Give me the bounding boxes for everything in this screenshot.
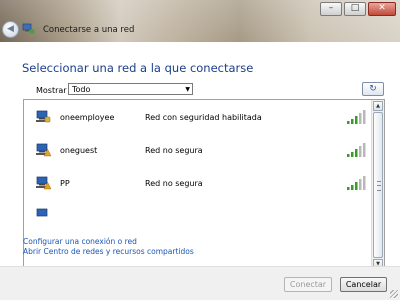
- back-arrow-icon[interactable]: ◀: [2, 21, 19, 38]
- filter-label: Mostrar: [36, 86, 67, 95]
- minimize-button[interactable]: –: [320, 2, 342, 16]
- signal-strength-icon: [347, 110, 366, 124]
- filter-value: Todo: [72, 85, 91, 94]
- refresh-button[interactable]: ↻: [362, 82, 384, 96]
- maximize-button[interactable]: □: [344, 2, 366, 16]
- setup-connection-link[interactable]: Configurar una conexión o red: [23, 237, 137, 246]
- chevron-down-icon: ▼: [185, 86, 190, 93]
- dialog-footer: Conectar Cancelar: [0, 266, 400, 300]
- grip-icon: [377, 181, 381, 191]
- window-controls: – □ ✕: [320, 2, 396, 16]
- network-status: Red no segura: [145, 179, 203, 188]
- list-scrollbar[interactable]: ▲ ▼: [371, 100, 384, 270]
- title-bar: ◀ Conectarse a una red: [0, 16, 400, 42]
- signal-strength-icon: [347, 176, 366, 190]
- page-title: Seleccionar una red a la que conectarse: [22, 61, 254, 75]
- network-status: Red con seguridad habilitada: [145, 113, 262, 122]
- refresh-icon: ↻: [369, 84, 377, 94]
- connect-button[interactable]: Conectar: [284, 277, 332, 292]
- dialog-content: Seleccionar una red a la que conectarse …: [0, 42, 400, 271]
- network-row[interactable]: PP Red no segura: [24, 168, 372, 200]
- network-name: oneguest: [60, 146, 98, 155]
- network-name: oneemployee: [60, 113, 115, 122]
- unsecured-network-icon: [36, 176, 51, 190]
- close-button[interactable]: ✕: [368, 2, 396, 16]
- network-name: PP: [60, 179, 70, 188]
- unsecured-network-icon: [36, 143, 51, 157]
- scroll-thumb[interactable]: [373, 112, 383, 258]
- signal-strength-icon: [347, 143, 366, 157]
- scroll-up-button[interactable]: ▲: [373, 101, 383, 111]
- network-wizard-icon: [22, 23, 35, 34]
- network-row[interactable]: oneemployee Red con seguridad habilitada: [24, 102, 372, 134]
- cancel-button[interactable]: Cancelar: [340, 277, 387, 292]
- window-title: Conectarse a una red: [43, 25, 135, 35]
- network-status: Red no segura: [145, 146, 203, 155]
- network-icon: [36, 208, 48, 217]
- resize-grip-icon[interactable]: [390, 290, 398, 298]
- secured-network-icon: [36, 110, 51, 123]
- filter-dropdown[interactable]: Todo ▼: [68, 83, 193, 95]
- network-row[interactable]: [24, 200, 372, 232]
- network-center-link[interactable]: Abrir Centro de redes y recursos compart…: [23, 247, 194, 256]
- network-row[interactable]: oneguest Red no segura: [24, 135, 372, 167]
